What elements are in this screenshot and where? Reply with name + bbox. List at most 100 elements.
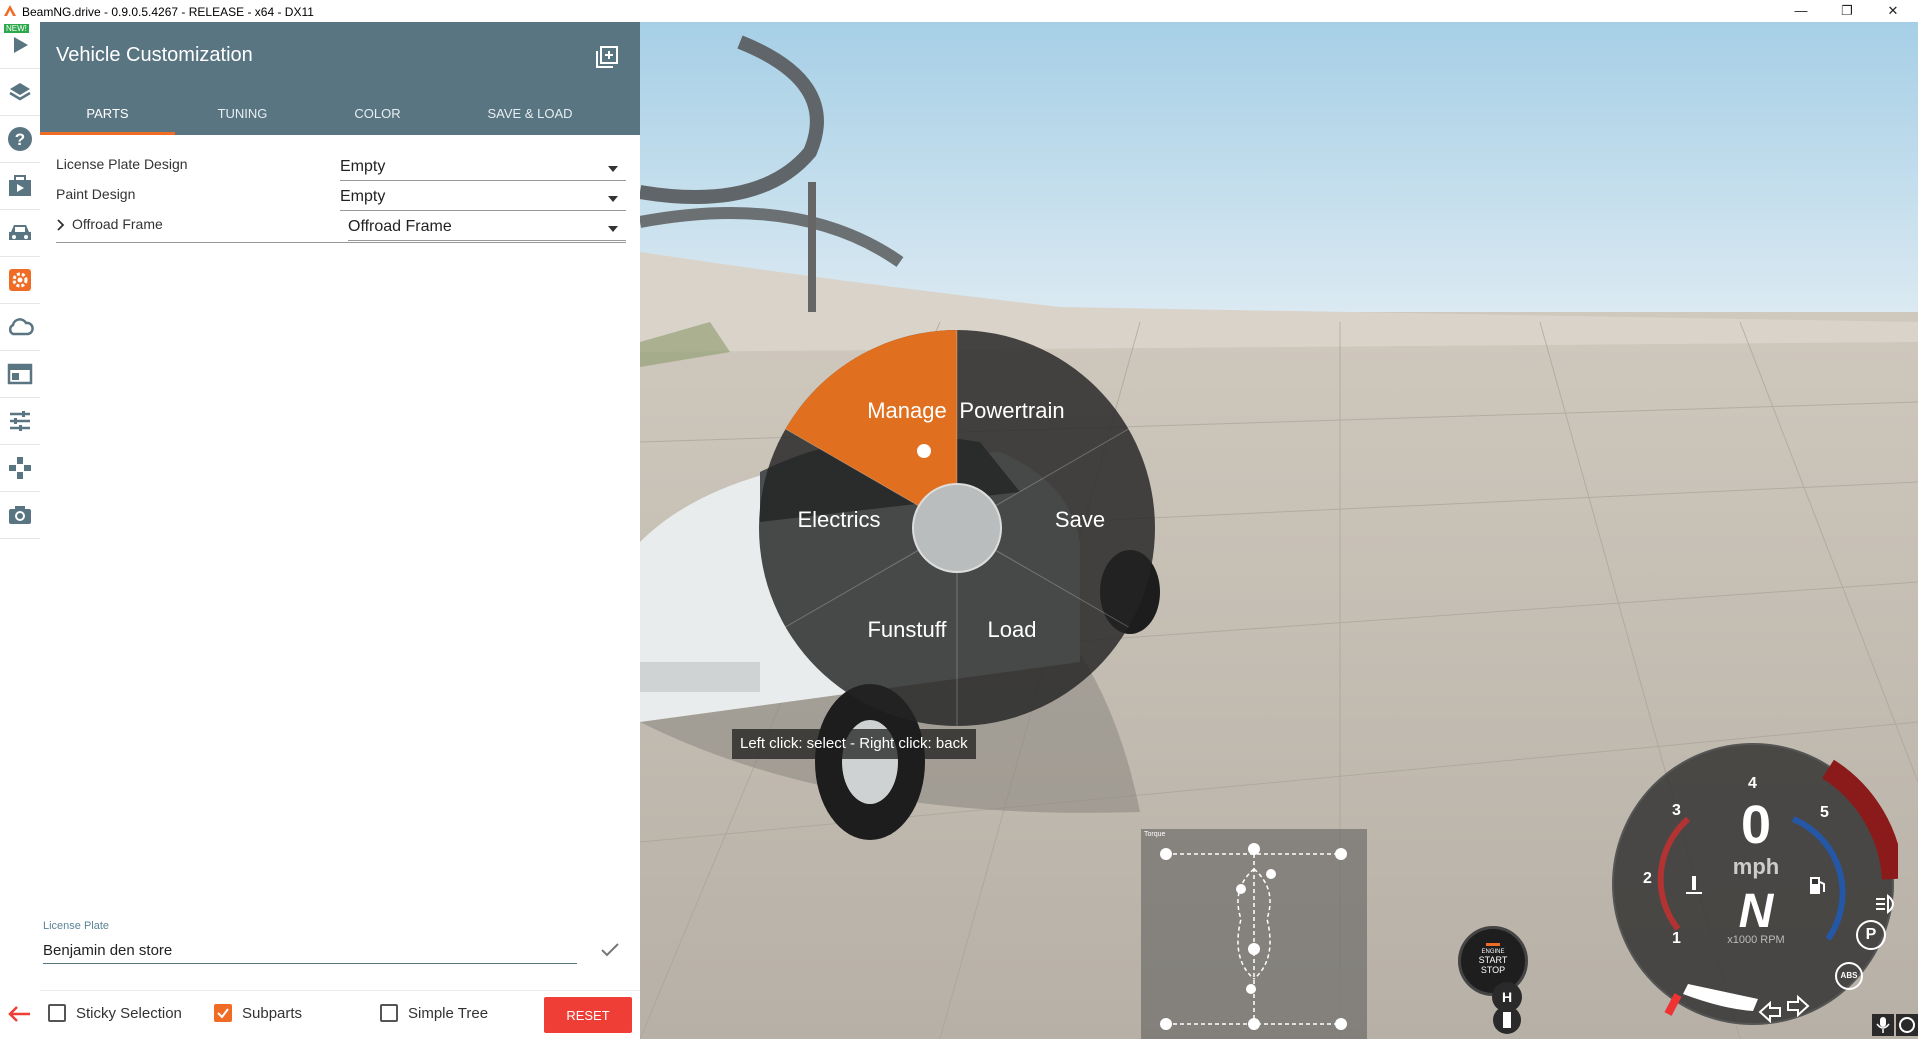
gear-indicator: N [1738, 885, 1774, 938]
subparts-checkbox[interactable] [214, 1004, 232, 1022]
sidebar-item-options[interactable] [0, 398, 40, 445]
layers-icon [9, 83, 31, 101]
engine-label-line2: START [1478, 955, 1508, 965]
sidebar-item-layers[interactable] [0, 69, 40, 116]
app-layout-icon [7, 363, 33, 385]
part-row-paint-design: Paint Design Empty [56, 182, 626, 212]
circle-menu-icon [1899, 1017, 1915, 1033]
part-label: Offroad Frame [72, 216, 163, 232]
vehicle-customization-panel: Vehicle Customization PARTS TUNING COLOR… [40, 22, 640, 1039]
speed-unit: mph [1732, 854, 1780, 879]
tab-color[interactable]: COLOR [310, 92, 445, 135]
sidebar-item-help[interactable]: ? [0, 116, 40, 163]
dropdown-caret-icon [608, 196, 618, 202]
window-titlebar: BeamNG.drive - 0.9.0.5.4267 - RELEASE - … [0, 0, 1918, 22]
rpm-tick-4: 4 [1748, 775, 1757, 792]
microphone-icon [1876, 1017, 1890, 1033]
subparts-label: Subparts [242, 1005, 303, 1022]
scenario-icon [9, 175, 31, 196]
close-button[interactable]: ✕ [1870, 0, 1916, 22]
add-to-library-icon[interactable] [596, 46, 618, 68]
svg-text:?: ? [15, 130, 25, 149]
chevron-right-icon[interactable] [56, 219, 66, 231]
reset-button[interactable]: RESET [544, 997, 632, 1033]
cloud-icon [8, 318, 34, 336]
check-icon [217, 1008, 229, 1019]
radial-menu-hint: Left click: select - Right click: back [732, 729, 976, 759]
radial-cursor-dot [917, 444, 931, 458]
part-select-value: Empty [340, 158, 386, 175]
sidebar-item-repository[interactable] [0, 304, 40, 351]
simple-tree-label: Simple Tree [408, 1005, 489, 1022]
tab-tuning[interactable]: TUNING [175, 92, 310, 135]
simple-tree-checkbox[interactable] [380, 1004, 398, 1022]
radial-item-powertrain[interactable]: Powertrain [959, 398, 1064, 423]
radial-item-electrics[interactable]: Electrics [797, 507, 880, 532]
play-icon [14, 37, 28, 53]
arrow-left-icon [8, 1006, 30, 1022]
sidebar-item-scenarios[interactable] [0, 163, 40, 210]
main-sidebar: NEW! ? [0, 22, 41, 1039]
window-title: BeamNG.drive - 0.9.0.5.4267 - RELEASE - … [22, 5, 314, 19]
panel-footer: Sticky Selection Subparts Simple Tree RE… [40, 990, 640, 1040]
sidebar-item-vehicles[interactable] [0, 210, 40, 257]
sticky-selection-checkbox[interactable] [48, 1004, 66, 1022]
panel-header: Vehicle Customization PARTS TUNING COLOR… [40, 22, 640, 135]
panel-title: Vehicle Customization [56, 44, 253, 66]
gearbox-mode-icon [1493, 1006, 1521, 1034]
part-label: Paint Design [56, 186, 136, 202]
rpm-tick-3: 3 [1672, 802, 1681, 819]
rpm-tick-1: 1 [1672, 930, 1681, 947]
sidebar-item-play[interactable] [0, 22, 40, 69]
radial-item-save[interactable]: Save [1055, 507, 1105, 532]
drivetrain-app-title: Torque [1144, 831, 1166, 838]
confirm-check-icon[interactable] [600, 942, 620, 958]
game-viewport[interactable]: Manage Powertrain Save Load Funstuff Ele… [640, 22, 1918, 1039]
radial-item-load[interactable]: Load [988, 617, 1037, 642]
radial-menu[interactable]: Manage Powertrain Save Load Funstuff Ele… [757, 328, 1157, 728]
tab-save-load[interactable]: SAVE & LOAD [445, 92, 615, 135]
drivetrain-diagram [1160, 843, 1347, 1030]
sidebar-back-button[interactable] [6, 1004, 32, 1029]
voice-chat-button[interactable] [1872, 1014, 1894, 1036]
rpm-unit-label: x1000 RPM [1727, 934, 1785, 946]
dropdown-caret-icon [608, 166, 618, 172]
gamepad-icon [9, 457, 31, 479]
radial-item-funstuff[interactable]: Funstuff [867, 617, 947, 642]
sidebar-item-photo-mode[interactable] [0, 492, 40, 539]
rpm-tick-5: 5 [1820, 804, 1829, 821]
license-plate-label: License Plate [43, 920, 110, 932]
beamng-logo-icon [4, 5, 16, 16]
license-plate-input[interactable] [43, 937, 577, 964]
part-label: License Plate Design [56, 156, 188, 172]
vehicle-icon [9, 225, 31, 240]
sidebar-item-app-layout[interactable] [0, 351, 40, 398]
radial-menu-toggle-button[interactable] [1896, 1014, 1918, 1036]
sidebar-item-vehicle-config[interactable] [0, 257, 40, 304]
part-select-value: Offroad Frame [348, 218, 452, 235]
tab-parts[interactable]: PARTS [40, 92, 175, 135]
parking-brake-indicator: P [1856, 920, 1886, 950]
minimize-button[interactable]: — [1778, 0, 1824, 22]
sliders-icon [10, 411, 30, 431]
camera-icon [9, 506, 31, 524]
sticky-selection-label: Sticky Selection [76, 1005, 182, 1022]
part-row-license-plate-design: License Plate Design Empty [56, 152, 626, 182]
help-icon: ? [8, 127, 32, 151]
headlight-icon [1876, 894, 1894, 914]
drivetrain-app: Torque [1141, 829, 1367, 1039]
speed-readout: 0 [1740, 795, 1772, 855]
rpm-tick-2: 2 [1643, 870, 1652, 887]
maximize-button[interactable]: ❐ [1824, 0, 1870, 22]
part-select-paint-design[interactable]: Empty [340, 188, 626, 211]
coolant-temperature-icon [1686, 876, 1702, 894]
part-select-offroad-frame[interactable]: Offroad Frame [348, 218, 626, 241]
active-tab-indicator [40, 132, 175, 135]
fuel-pump-icon [1810, 877, 1825, 894]
sidebar-item-controls[interactable] [0, 445, 40, 492]
engine-label-line3: STOP [1480, 965, 1506, 975]
part-select-value: Empty [340, 188, 386, 205]
turn-signal-left-icon [1758, 1000, 1781, 1024]
part-select-license-plate-design[interactable]: Empty [340, 158, 626, 181]
radial-item-manage[interactable]: Manage [867, 398, 947, 423]
